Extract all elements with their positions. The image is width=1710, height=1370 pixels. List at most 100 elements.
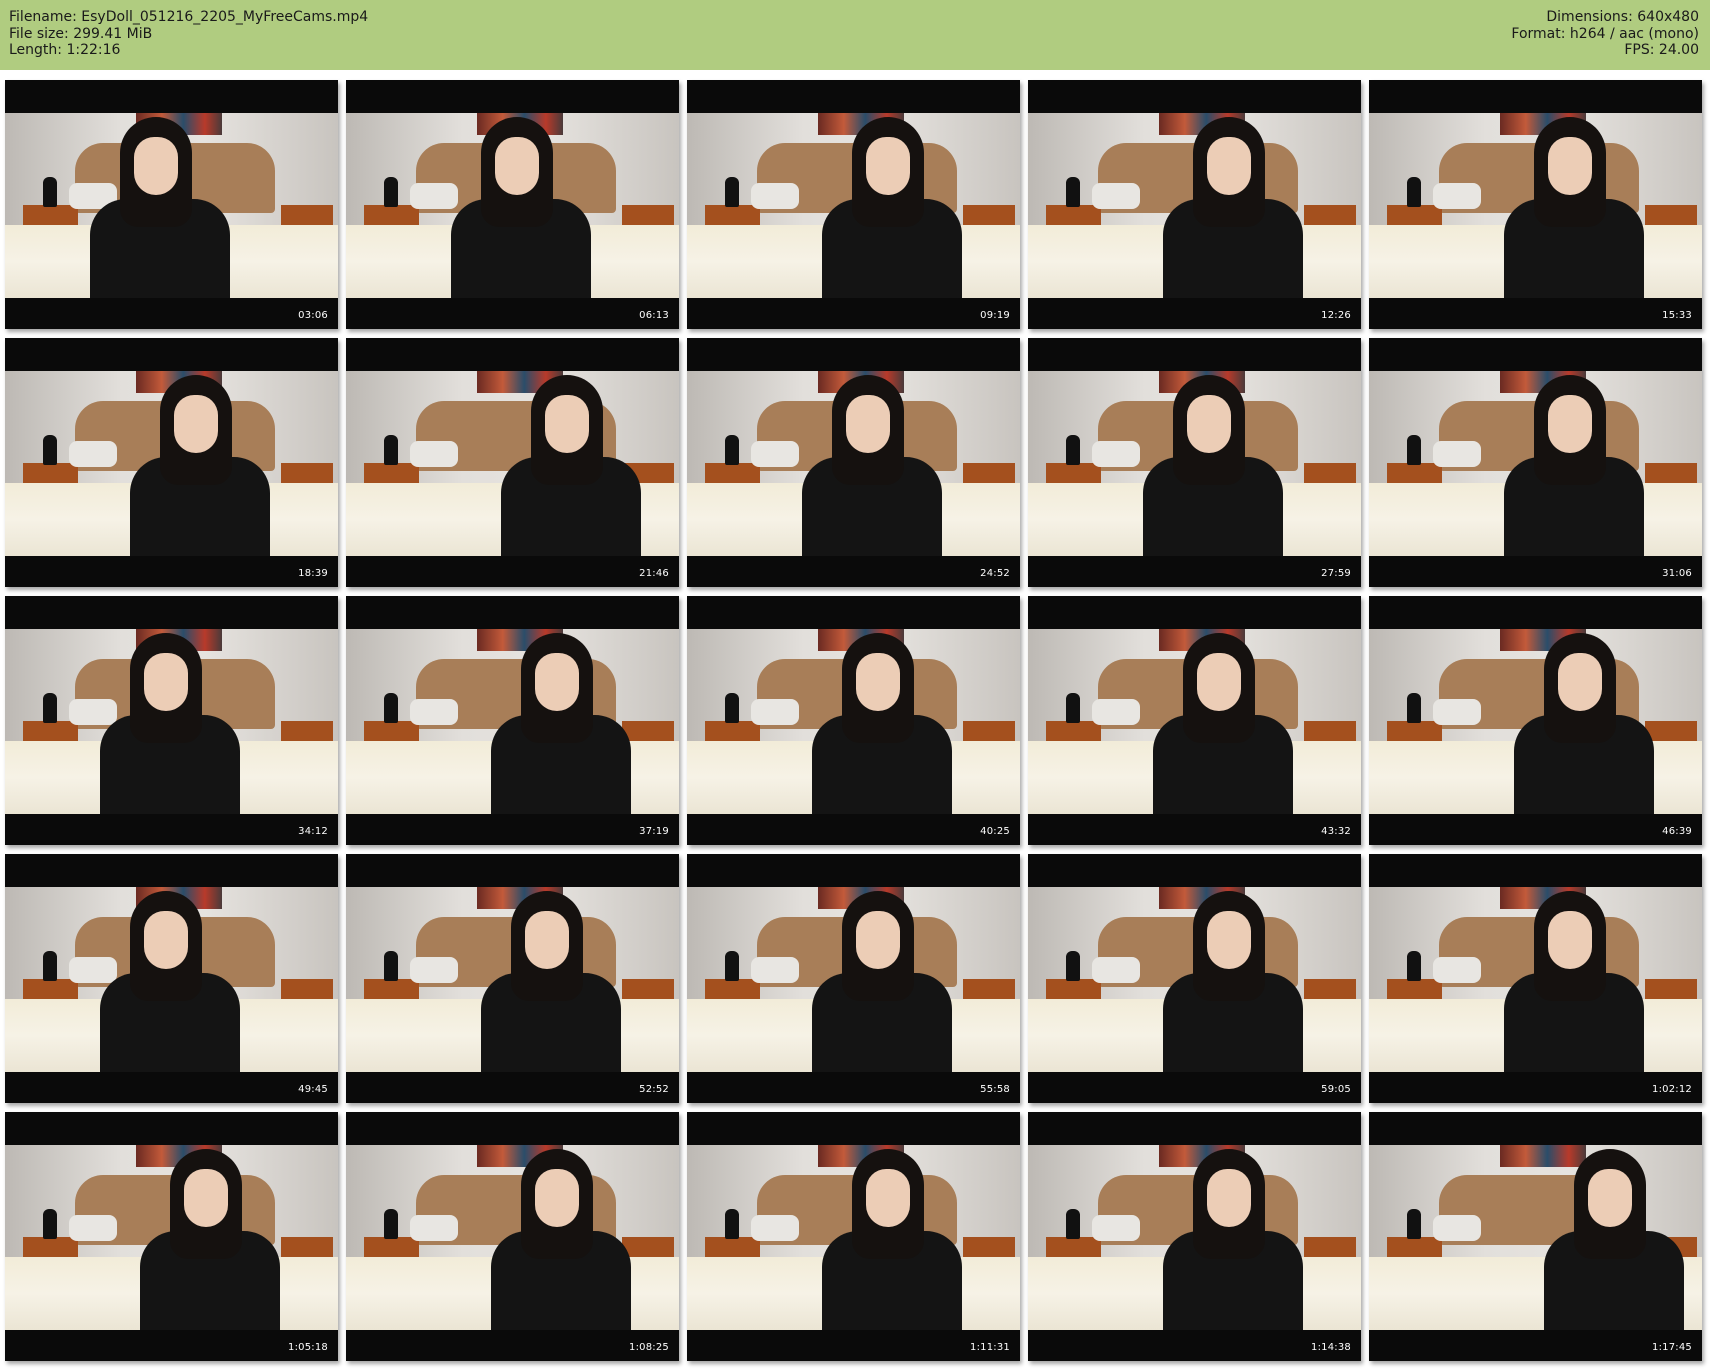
video-frame bbox=[346, 1145, 679, 1330]
face bbox=[184, 1169, 228, 1227]
pillow bbox=[1092, 957, 1140, 983]
face bbox=[144, 653, 188, 711]
thumbnail: 27:59 bbox=[1028, 338, 1361, 587]
timestamp-label: 1:05:18 bbox=[288, 1342, 328, 1353]
person bbox=[491, 1145, 631, 1330]
table-lamp bbox=[725, 693, 739, 723]
thumbnail: 40:25 bbox=[687, 596, 1020, 845]
timestamp-label: 49:45 bbox=[298, 1084, 328, 1095]
video-frame bbox=[1369, 113, 1702, 298]
table-lamp bbox=[1066, 177, 1080, 207]
timestamp-label: 1:02:12 bbox=[1652, 1084, 1692, 1095]
table-lamp bbox=[43, 693, 57, 723]
video-frame bbox=[1369, 371, 1702, 556]
person bbox=[1143, 371, 1283, 556]
table-lamp bbox=[384, 435, 398, 465]
pillow bbox=[69, 441, 117, 467]
table-lamp bbox=[1066, 435, 1080, 465]
face bbox=[495, 137, 539, 195]
video-frame bbox=[346, 113, 679, 298]
timestamp-label: 55:58 bbox=[980, 1084, 1010, 1095]
pillow bbox=[1433, 699, 1481, 725]
timestamp-label: 21:46 bbox=[639, 568, 669, 579]
thumbnail: 34:12 bbox=[5, 596, 338, 845]
fps-text: FPS: 24.00 bbox=[1624, 42, 1699, 58]
face bbox=[525, 911, 569, 969]
table-lamp bbox=[1407, 177, 1421, 207]
timestamp-label: 1:08:25 bbox=[629, 1342, 669, 1353]
face bbox=[1548, 395, 1592, 453]
thumbnail: 1:02:12 bbox=[1369, 854, 1702, 1103]
pillow bbox=[1092, 699, 1140, 725]
video-frame bbox=[1369, 1145, 1702, 1330]
pillow bbox=[1092, 1215, 1140, 1241]
table-lamp bbox=[384, 177, 398, 207]
face bbox=[1207, 911, 1251, 969]
thumbnail: 12:26 bbox=[1028, 80, 1361, 329]
thumbnail: 1:05:18 bbox=[5, 1112, 338, 1361]
format-text: Format: h264 / aac (mono) bbox=[1511, 25, 1699, 42]
video-info: Dimensions: 640x480 Format: h264 / aac (… bbox=[1511, 9, 1699, 59]
timestamp-label: 1:17:45 bbox=[1652, 1342, 1692, 1353]
table-lamp bbox=[725, 435, 739, 465]
table-lamp bbox=[384, 1209, 398, 1239]
pillow bbox=[1433, 441, 1481, 467]
video-frame bbox=[5, 629, 338, 814]
table-lamp bbox=[1066, 951, 1080, 981]
person bbox=[1504, 887, 1644, 1072]
pillow bbox=[1433, 1215, 1481, 1241]
timestamp-label: 59:05 bbox=[1321, 1084, 1351, 1095]
person bbox=[1504, 113, 1644, 298]
person bbox=[451, 113, 591, 298]
face bbox=[1197, 653, 1241, 711]
video-frame bbox=[5, 113, 338, 298]
pillow bbox=[751, 1215, 799, 1241]
video-frame bbox=[1028, 1145, 1361, 1330]
face bbox=[846, 395, 890, 453]
video-frame bbox=[346, 887, 679, 1072]
info-header: Filename: EsyDoll_051216_2205_MyFreeCams… bbox=[0, 0, 1710, 70]
thumbnail: 1:14:38 bbox=[1028, 1112, 1361, 1361]
face bbox=[1207, 137, 1251, 195]
timestamp-label: 27:59 bbox=[1321, 568, 1351, 579]
timestamp-label: 31:06 bbox=[1662, 568, 1692, 579]
video-frame bbox=[1028, 371, 1361, 556]
timestamp-label: 18:39 bbox=[298, 568, 328, 579]
face bbox=[134, 137, 178, 195]
face bbox=[1548, 911, 1592, 969]
face bbox=[856, 911, 900, 969]
table-lamp bbox=[725, 1209, 739, 1239]
table-lamp bbox=[1407, 1209, 1421, 1239]
timestamp-label: 40:25 bbox=[980, 826, 1010, 837]
person bbox=[822, 113, 962, 298]
thumbnail: 46:39 bbox=[1369, 596, 1702, 845]
table-lamp bbox=[384, 693, 398, 723]
thumbnail: 06:13 bbox=[346, 80, 679, 329]
timestamp-label: 1:14:38 bbox=[1311, 1342, 1351, 1353]
video-frame bbox=[346, 371, 679, 556]
timestamp-label: 52:52 bbox=[639, 1084, 669, 1095]
face bbox=[1588, 1169, 1632, 1227]
face bbox=[866, 137, 910, 195]
video-frame bbox=[687, 629, 1020, 814]
file-info: Filename: EsyDoll_051216_2205_MyFreeCams… bbox=[9, 9, 368, 59]
table-lamp bbox=[725, 177, 739, 207]
table-lamp bbox=[1066, 1209, 1080, 1239]
filename-text: Filename: EsyDoll_051216_2205_MyFreeCams… bbox=[9, 9, 369, 25]
person bbox=[1163, 1145, 1303, 1330]
person bbox=[100, 629, 240, 814]
face bbox=[535, 653, 579, 711]
pillow bbox=[410, 699, 458, 725]
thumbnail: 15:33 bbox=[1369, 80, 1702, 329]
thumbnail: 31:06 bbox=[1369, 338, 1702, 587]
person bbox=[802, 371, 942, 556]
video-frame bbox=[687, 371, 1020, 556]
thumbnail: 59:05 bbox=[1028, 854, 1361, 1103]
thumbnail: 1:17:45 bbox=[1369, 1112, 1702, 1361]
video-frame bbox=[687, 887, 1020, 1072]
video-frame bbox=[1028, 113, 1361, 298]
length-text: Length: 1:22:16 bbox=[9, 42, 121, 58]
pillow bbox=[751, 957, 799, 983]
face bbox=[866, 1169, 910, 1227]
pillow bbox=[410, 1215, 458, 1241]
